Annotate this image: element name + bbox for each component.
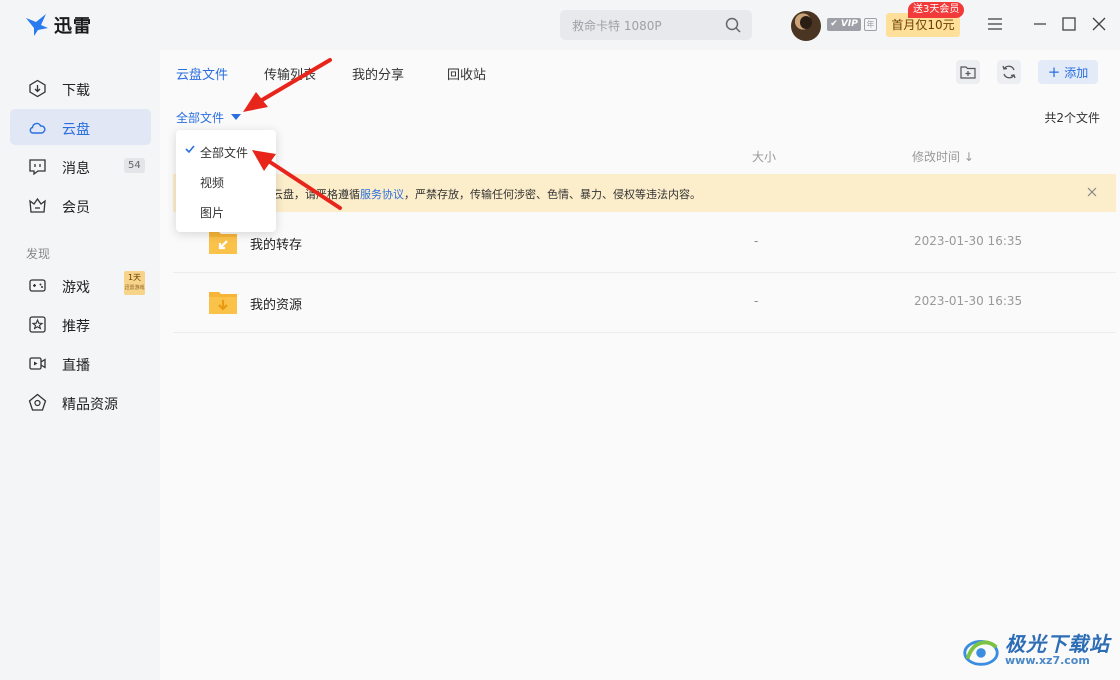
dropdown-option-images[interactable]: 图片 bbox=[200, 204, 224, 221]
file-size: - bbox=[754, 234, 759, 248]
sidebar-item-label: 游戏 bbox=[62, 280, 90, 296]
notice-text: 人云盘，请严格遵循服务协议，严禁存放，传输任何涉密、色情、暴力、侵权等违法内容。 bbox=[261, 188, 701, 201]
file-count: 共2个文件 bbox=[1044, 111, 1100, 125]
sidebar-item-label: 会员 bbox=[62, 200, 90, 216]
sidebar-item-recommend[interactable]: 推荐 bbox=[10, 306, 151, 342]
folder-download-icon bbox=[209, 292, 237, 314]
sidebar-item-live[interactable]: 直播 bbox=[10, 345, 151, 381]
refresh-icon bbox=[1002, 65, 1016, 79]
sidebar-item-label: 云盘 bbox=[62, 122, 90, 138]
sidebar: 下载 云盘 消息 54 会员 发现 游戏 1天 迅雷游戏 推荐 直播 精品资源 bbox=[0, 50, 160, 680]
dropdown-option-video[interactable]: 视频 bbox=[200, 174, 224, 191]
file-modified-time: 2023-01-30 16:35 bbox=[914, 234, 1023, 248]
file-modified-time: 2023-01-30 16:35 bbox=[914, 294, 1023, 308]
main-panel: 云盘文件 传输列表 我的分享 回收站 + 添加 全部文件 共2个文件 大小 修改… bbox=[160, 50, 1120, 680]
message-icon bbox=[29, 159, 46, 176]
service-agreement-link[interactable]: 服务协议 bbox=[360, 188, 404, 201]
sidebar-item-label: 精品资源 bbox=[62, 397, 118, 413]
menu-icon[interactable] bbox=[986, 15, 1004, 33]
tab-transfer-list[interactable]: 传输列表 bbox=[264, 64, 316, 83]
watermark-url: www.xz7.com bbox=[1005, 654, 1090, 667]
check-icon bbox=[185, 145, 195, 154]
dropdown-option-all-files[interactable]: 全部文件 bbox=[200, 144, 248, 161]
file-name: 我的资源 bbox=[250, 298, 303, 313]
sidebar-item-label: 消息 bbox=[62, 161, 90, 177]
year-badge: 年 bbox=[864, 18, 877, 31]
tab-my-shares[interactable]: 我的分享 bbox=[352, 64, 404, 83]
vip-badge: ✔ VIP bbox=[827, 18, 861, 31]
refresh-button[interactable] bbox=[997, 60, 1021, 84]
sidebar-item-label: 推荐 bbox=[62, 319, 90, 335]
crown-icon bbox=[29, 197, 46, 213]
file-type-filter[interactable]: 全部文件 bbox=[176, 109, 224, 126]
gem-icon bbox=[28, 393, 47, 411]
app-logo: 迅雷 bbox=[24, 12, 92, 38]
avatar[interactable] bbox=[791, 11, 821, 41]
watermark-text: 极光下载站 bbox=[1005, 632, 1110, 656]
column-header-modified[interactable]: 修改时间 ↓ bbox=[912, 148, 974, 165]
minimize-icon[interactable] bbox=[1031, 15, 1049, 33]
plus-icon: + bbox=[1047, 63, 1061, 81]
gamepad-icon bbox=[29, 279, 46, 292]
sort-down-icon: ↓ bbox=[963, 150, 974, 164]
search-placeholder: 救命卡特 1080P bbox=[572, 19, 662, 33]
sidebar-item-cloud[interactable]: 云盘 bbox=[10, 109, 151, 145]
sidebar-item-messages[interactable]: 消息 54 bbox=[10, 148, 151, 184]
sidebar-item-label: 下载 bbox=[62, 83, 90, 99]
watermark: 极光下载站 www.xz7.com bbox=[960, 628, 1115, 674]
tab-cloud-files[interactable]: 云盘文件 bbox=[176, 64, 228, 83]
section-label-discover: 发现 bbox=[26, 247, 51, 261]
watermark-logo-icon bbox=[963, 640, 999, 666]
download-icon bbox=[29, 79, 46, 98]
sidebar-item-download[interactable]: 下载 bbox=[10, 70, 151, 106]
notice-banner: 人云盘，请严格遵循服务协议，严禁存放，传输任何涉密、色情、暴力、侵权等违法内容。 bbox=[173, 174, 1116, 212]
message-count-badge: 54 bbox=[124, 158, 145, 173]
title-bar: 迅雷 救命卡特 1080P ✔ VIP 年 首月仅10元 送3天会员 bbox=[0, 0, 1120, 50]
star-icon bbox=[29, 316, 46, 333]
close-icon[interactable] bbox=[1090, 15, 1108, 33]
thunder-bird-icon bbox=[26, 14, 48, 36]
cloud-icon bbox=[29, 122, 46, 134]
add-label: 添加 bbox=[1064, 66, 1089, 80]
caret-down-icon[interactable] bbox=[231, 114, 241, 120]
column-header-size[interactable]: 大小 bbox=[752, 148, 776, 165]
table-row[interactable]: 我的转存 - 2023-01-30 16:35 bbox=[173, 213, 1116, 273]
table-row[interactable]: 我的资源 - 2023-01-30 16:35 bbox=[173, 273, 1116, 333]
app-name: 迅雷 bbox=[54, 16, 92, 37]
sidebar-item-label: 直播 bbox=[62, 358, 90, 374]
search-icon[interactable] bbox=[724, 16, 742, 34]
tab-recycle-bin[interactable]: 回收站 bbox=[447, 64, 486, 83]
sidebar-item-games[interactable]: 游戏 1天 迅雷游戏 bbox=[10, 267, 151, 303]
new-folder-icon bbox=[960, 66, 976, 79]
new-folder-button[interactable] bbox=[956, 60, 980, 84]
promo-tag: 送3天会员 bbox=[908, 2, 965, 18]
add-button[interactable]: + 添加 bbox=[1038, 60, 1098, 84]
file-name: 我的转存 bbox=[250, 238, 303, 253]
close-notice-icon[interactable] bbox=[1086, 186, 1098, 198]
sidebar-item-premium-resources[interactable]: 精品资源 bbox=[10, 384, 151, 420]
maximize-icon[interactable] bbox=[1060, 15, 1078, 33]
live-icon bbox=[29, 357, 46, 370]
sidebar-item-membership[interactable]: 会员 bbox=[10, 187, 151, 223]
game-promo-badge: 1天 迅雷游戏 bbox=[124, 271, 145, 295]
file-size: - bbox=[754, 294, 759, 308]
search-input[interactable]: 救命卡特 1080P bbox=[560, 10, 752, 40]
file-type-dropdown-menu: 全部文件 视频 图片 bbox=[176, 130, 276, 232]
